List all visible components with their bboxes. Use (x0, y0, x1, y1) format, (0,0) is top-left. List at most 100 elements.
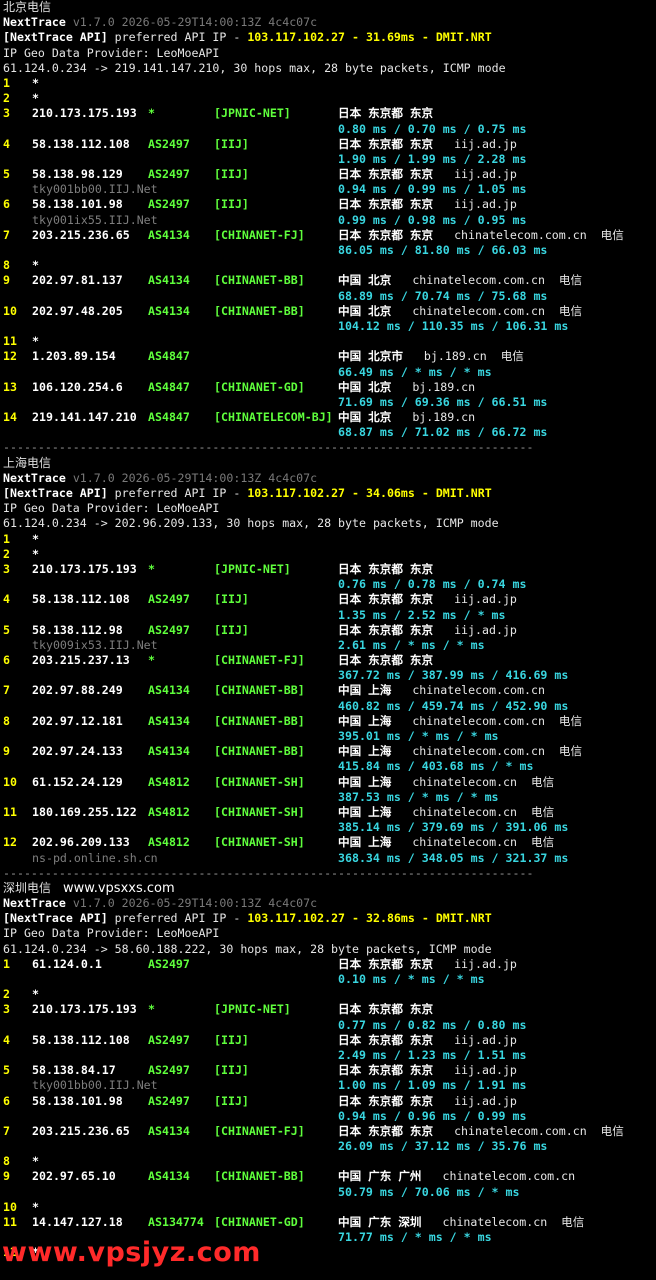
hop-row: 11 180.169.255.122 AS4812 [CHINANET-SH] 中国 上… (3, 805, 656, 820)
hop-geo: 日本 东京都 东京 (338, 1002, 434, 1017)
hop-asn: AS4847 (148, 410, 190, 425)
hop-number: 7 (3, 683, 10, 698)
hop-rtt-row: 104.12 ms / 110.35 ms / 106.31 ms (3, 319, 656, 334)
hop-number: 7 (3, 227, 10, 242)
hop-number: 3 (3, 561, 10, 576)
hop-hostname: tky001bb00.IIJ.Net (32, 182, 158, 197)
hop-rdns: iij.ad.jp (454, 167, 517, 182)
hop-network: [CHINANET-GD] (214, 379, 305, 394)
hop-rtt: 50.79 ms / 70.06 ms / * ms (338, 1184, 520, 1199)
hop-row: 3 210.173.175.193 * [JPNIC-NET] 日本 东京都 东京 (3, 1002, 656, 1017)
hop-ip: 106.120.254.6 (32, 379, 123, 394)
hop-network: [JPNIC-NET] (214, 106, 291, 121)
hop-row: 8 202.97.12.181 AS4134 [CHINANET-BB] 中国 上海 c… (3, 714, 656, 729)
section-title-text: 上海电信 (3, 455, 52, 470)
tool-version: v1.7.0 2026-05-29T14:00:13Z 4c4c07c (72, 470, 318, 485)
hop-ip: 210.173.175.193 (32, 106, 137, 121)
hop-rdns: chinatelecom.com.cn (454, 227, 587, 242)
hop-rdns: iij.ad.jp (454, 1032, 517, 1047)
hop-ip: 58.138.112.98 (32, 622, 123, 637)
hop-row: 1 * (3, 532, 656, 547)
hop-geo: 日本 东京都 东京 (338, 227, 434, 242)
hop-row: 1 * (3, 76, 656, 91)
api-latency: 32.86ms (366, 911, 415, 926)
hop-geo: 中国 上海 (338, 713, 392, 728)
hop-geo: 日本 东京都 东京 (338, 622, 434, 637)
hop-rdns: iij.ad.jp (454, 197, 517, 212)
hop-rtt-row: 66.49 ms / * ms / * ms (3, 365, 656, 380)
hop-ip: 58.138.98.129 (32, 167, 123, 182)
hop-geo: 日本 东京都 东京 (338, 956, 434, 971)
tool-version: v1.7.0 2026-05-29T14:00:13Z 4c4c07c (72, 15, 318, 30)
tool-version-line: NextTrace v1.7.0 2026-05-29T14:00:13Z 4c… (3, 896, 656, 911)
hop-row: 11 14.147.127.18 AS134774 [CHINANET-GD] 中国 广… (3, 1215, 656, 1230)
hop-number: 4 (3, 136, 10, 151)
section-title: 深圳电信 www.vpsxxs.com (3, 881, 656, 896)
hop-asn: AS4134 (148, 273, 190, 288)
hop-rdns: chinatelecom.com.cn (412, 303, 545, 318)
hop-network: [CHINANET-BB] (214, 273, 305, 288)
hop-rdns: chinatelecom.cn (412, 774, 518, 789)
hop-rtt: 68.89 ms / 70.74 ms / 75.68 ms (338, 288, 548, 303)
hop-isp: 电信 (530, 774, 555, 789)
hop-rtt-row: tky001bb00.IIJ.Net 0.94 ms / 0.99 ms / 1.… (3, 182, 656, 197)
hop-ip: 58.138.101.98 (32, 197, 123, 212)
hop-row: 2 * (3, 91, 656, 106)
hop-network: [IIJ] (214, 1093, 249, 1108)
hop-rdns: bj.189.cn (412, 410, 476, 425)
api-dash: - (414, 486, 436, 500)
hop-ip: 1.203.89.154 (32, 349, 116, 364)
hop-rtt-row: 50.79 ms / 70.06 ms / * ms (3, 1185, 656, 1200)
hop-geo: 中国 上海 (338, 744, 392, 759)
hop-asn: * (148, 561, 155, 576)
hop-network: [CHINANET-FJ] (214, 1123, 305, 1138)
hop-isp: 电信 (600, 1123, 624, 1138)
hop-rtt-row: 387.53 ms / * ms / * ms (3, 790, 656, 805)
hop-number: 11 (3, 804, 17, 819)
hop-row: 10 202.97.48.205 AS4134 [CHINANET-BB] 中国 北京 … (3, 304, 656, 319)
hop-rdns: iij.ad.jp (454, 592, 517, 607)
hop-isp: 电信 (530, 804, 555, 819)
hop-rtt-row: 0.77 ms / 0.82 ms / 0.80 ms (3, 1018, 656, 1033)
hop-row: 4 58.138.112.108 AS2497 [IIJ] 日本 东京都 东京 iij.… (3, 137, 656, 152)
hop-network: [CHINANET-FJ] (214, 653, 305, 668)
hop-number: 14 (3, 410, 17, 425)
hop-rdns: chinatelecom.cn (412, 835, 518, 850)
hop-rtt: 415.84 ms / 403.68 ms / * ms (338, 759, 534, 774)
api-ip: 103.117.102.27 (247, 486, 346, 500)
hop-number: 5 (3, 167, 10, 182)
hop-rdns: chinatelecom.cn (442, 1215, 548, 1229)
hop-rtt-row: 2.49 ms / 1.23 ms / 1.51 ms (3, 1048, 656, 1063)
hop-rtt: 1.90 ms / 1.99 ms / 2.28 ms (338, 151, 527, 166)
api-text: preferred API IP - (107, 911, 248, 926)
hop-rtt-row: 0.10 ms / * ms / * ms (3, 972, 656, 987)
hop-ip: 202.97.12.181 (32, 713, 123, 728)
hop-rtt: 0.10 ms / * ms / * ms (338, 972, 485, 986)
hop-number: 9 (3, 1169, 10, 1184)
separator: ----------------------------------------… (3, 866, 656, 881)
hop-rdns: chinatelecom.com.cn (442, 1169, 576, 1184)
hop-number: 9 (3, 744, 10, 759)
hop-asn: * (148, 653, 155, 668)
hop-rtt-row: 0.76 ms / 0.78 ms / 0.74 ms (3, 577, 656, 592)
api-label: [NextTrace API] (3, 30, 108, 45)
hop-rtt-row: 68.87 ms / 71.02 ms / 66.72 ms (3, 425, 656, 440)
api-line: [NextTrace API] preferred API IP - 103.1… (3, 486, 656, 501)
hop-rdns: chinatelecom.com.cn (412, 713, 545, 728)
hop-asn: AS2497 (148, 1093, 190, 1108)
hop-number: 10 (3, 774, 17, 789)
hop-asn: AS4134 (148, 1169, 190, 1184)
hop-number: 8 (3, 1154, 10, 1169)
hop-number: 6 (3, 197, 10, 212)
hop-ip: 61.124.0.1 (32, 956, 102, 971)
hop-ip: 203.215.236.65 (32, 227, 130, 242)
hop-network: [CHINATELECOM-BJ] (214, 410, 333, 425)
hop-asn: * (148, 106, 155, 121)
hop-asn: AS4812 (148, 804, 190, 819)
hop-rtt: 0.94 ms / 0.96 ms / 0.99 ms (338, 1108, 527, 1123)
api-dash: - (345, 486, 366, 500)
hop-geo: 日本 东京都 东京 (338, 1063, 434, 1078)
hop-rtt-row: tky001ix55.IIJ.Net 0.99 ms / 0.98 ms / 0.… (3, 213, 656, 228)
hop-asn: AS4812 (148, 835, 190, 850)
hop-number: 4 (3, 592, 10, 607)
